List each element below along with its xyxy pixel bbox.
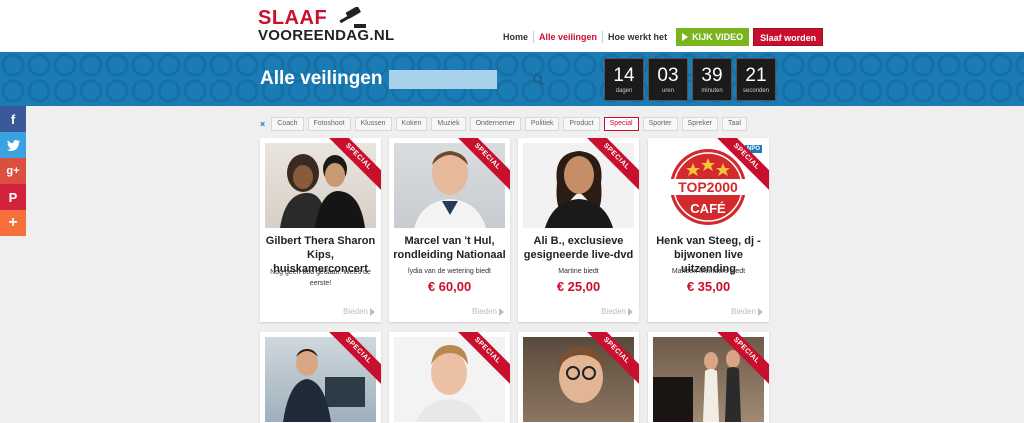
countdown-value: 39 bbox=[701, 64, 723, 86]
auction-card[interactable]: SPECIAL bbox=[389, 332, 510, 423]
countdown-days: 14 dagen bbox=[604, 58, 644, 101]
nav-how-it-works[interactable]: Hoe werkt het bbox=[603, 28, 672, 46]
filter-chip-klussen[interactable]: Klussen bbox=[354, 117, 392, 131]
auction-card[interactable]: SPECIAL Marcel van 't Hul, rondleiding N… bbox=[389, 138, 510, 322]
countdown-value: 03 bbox=[657, 64, 679, 86]
search-button[interactable] bbox=[533, 70, 544, 89]
no-bid-text: Nog geen bod gedaan. Wees de eerste! bbox=[270, 269, 371, 287]
clear-filters-icon[interactable]: × bbox=[260, 119, 265, 129]
facebook-share-button[interactable]: f bbox=[0, 106, 26, 132]
filter-chip-koken[interactable]: Koken bbox=[395, 117, 428, 131]
nav-auctions[interactable]: Alle veilingen bbox=[534, 28, 602, 46]
arrow-right-icon bbox=[499, 307, 504, 316]
filter-chip-sporter[interactable]: Sporter bbox=[642, 117, 678, 131]
arrow-right-icon bbox=[628, 307, 633, 316]
auction-card[interactable]: SPECIAL bbox=[260, 332, 381, 423]
filter-chip-muziek[interactable]: Muziek bbox=[431, 117, 466, 131]
plus-icon: + bbox=[8, 214, 18, 231]
pinterest-icon: P bbox=[8, 189, 18, 205]
filter-chip-politiek[interactable]: Politiek bbox=[524, 117, 560, 131]
watch-video-label: KIJK VIDEO bbox=[692, 32, 744, 42]
bid-label: Bieden bbox=[731, 307, 756, 316]
nav-home[interactable]: Home bbox=[498, 28, 533, 46]
more-share-button[interactable]: + bbox=[0, 210, 26, 236]
arrow-right-icon bbox=[370, 307, 375, 316]
auction-card[interactable]: SPECIAL bbox=[648, 332, 769, 423]
bid-button[interactable]: Bieden bbox=[731, 307, 763, 316]
auction-card[interactable]: SPECIAL Gilbert Thera Sharon Kips, huisk… bbox=[260, 138, 381, 322]
search-input[interactable] bbox=[389, 70, 533, 89]
filter-chip-coach[interactable]: Coach bbox=[271, 117, 304, 131]
filter-chip-ondernemer[interactable]: Ondernemer bbox=[469, 117, 521, 131]
page-title: Alle veilingen bbox=[260, 68, 383, 89]
countdown-seconds: 21 seconden bbox=[736, 58, 776, 101]
countdown-value: 14 bbox=[613, 64, 635, 86]
countdown-value: 21 bbox=[745, 64, 767, 86]
bid-label: Bieden bbox=[472, 307, 497, 316]
main-nav: Home Alle veilingen Hoe werkt het KIJK V… bbox=[498, 28, 824, 46]
pinterest-share-button[interactable]: P bbox=[0, 184, 26, 210]
current-bidder: lydia van de wetering biedt bbox=[408, 268, 491, 275]
gavel-icon bbox=[339, 7, 366, 28]
bid-button[interactable]: Bieden bbox=[343, 307, 375, 316]
bid-button[interactable]: Bieden bbox=[472, 307, 504, 316]
logo-text-bottom: VOOREENDAG.NL bbox=[258, 27, 395, 44]
countdown-label: seconden bbox=[742, 87, 770, 94]
search-icon bbox=[533, 74, 544, 85]
current-price: € 60,00 bbox=[427, 279, 472, 294]
auction-card[interactable]: SPECIAL Ali B., exclusieve gesigneerde l… bbox=[518, 138, 639, 322]
become-slave-button[interactable]: Slaaf worden bbox=[753, 28, 824, 46]
filter-chip-taal[interactable]: Taal bbox=[722, 117, 747, 131]
auction-title[interactable]: Ali B., exclusieve gesigneerde live-dvd bbox=[522, 234, 635, 262]
filter-chip-special[interactable]: Special bbox=[603, 117, 639, 131]
search-box bbox=[389, 70, 544, 89]
countdown-timer: 14 dagen 03 uren 39 minuten 21 seconden bbox=[604, 58, 776, 101]
facebook-icon: f bbox=[10, 111, 16, 127]
auction-card[interactable]: SPECIAL bbox=[518, 332, 639, 423]
site-logo[interactable]: SLAAF VOOREENDAG.NL bbox=[258, 7, 394, 45]
arrow-right-icon bbox=[758, 307, 763, 316]
current-price: € 25,00 bbox=[556, 279, 601, 294]
auction-card[interactable]: TOP2000 CAFÉ NPO SPECIAL Henk van Steeg,… bbox=[648, 138, 769, 322]
social-share-bar: f g+ P + bbox=[0, 106, 26, 236]
logo-cafe-text: CAFÉ bbox=[690, 201, 726, 216]
filter-chip-product[interactable]: Product bbox=[563, 117, 600, 131]
current-price: € 35,00 bbox=[686, 279, 731, 294]
category-filters: × Coach Fotoshoot Klussen Koken Muziek O… bbox=[260, 117, 747, 131]
filter-chip-fotoshoot[interactable]: Fotoshoot bbox=[307, 117, 351, 131]
countdown-label: dagen bbox=[615, 87, 633, 94]
bid-label: Bieden bbox=[343, 307, 368, 316]
play-icon bbox=[682, 33, 689, 41]
site-header: SLAAF VOOREENDAG.NL Home Alle veilingen … bbox=[0, 0, 1024, 52]
watch-video-button[interactable]: KIJK VIDEO bbox=[676, 28, 750, 46]
auction-title[interactable]: Marcel van 't Hul, rondleiding Nationaal bbox=[393, 234, 506, 262]
countdown-hours: 03 uren bbox=[648, 58, 688, 101]
countdown-label: minuten bbox=[701, 87, 723, 94]
logo-top2000-text: TOP2000 bbox=[678, 179, 738, 195]
countdown-minutes: 39 minuten bbox=[692, 58, 732, 101]
current-bidder: Marleen Meinders biedt bbox=[671, 268, 746, 275]
googleplus-share-button[interactable]: g+ bbox=[0, 158, 26, 184]
twitter-share-button[interactable] bbox=[0, 132, 26, 158]
page-banner: Alle veilingen 14 dagen 03 uren 39 minut… bbox=[0, 52, 1024, 106]
countdown-label: uren bbox=[661, 87, 674, 94]
twitter-icon bbox=[6, 139, 20, 151]
filter-chip-spreker[interactable]: Spreker bbox=[681, 117, 719, 131]
bid-button[interactable]: Bieden bbox=[601, 307, 633, 316]
current-bidder: Martine biedt bbox=[558, 268, 599, 275]
googleplus-icon: g+ bbox=[6, 165, 20, 177]
bid-label: Bieden bbox=[601, 307, 626, 316]
